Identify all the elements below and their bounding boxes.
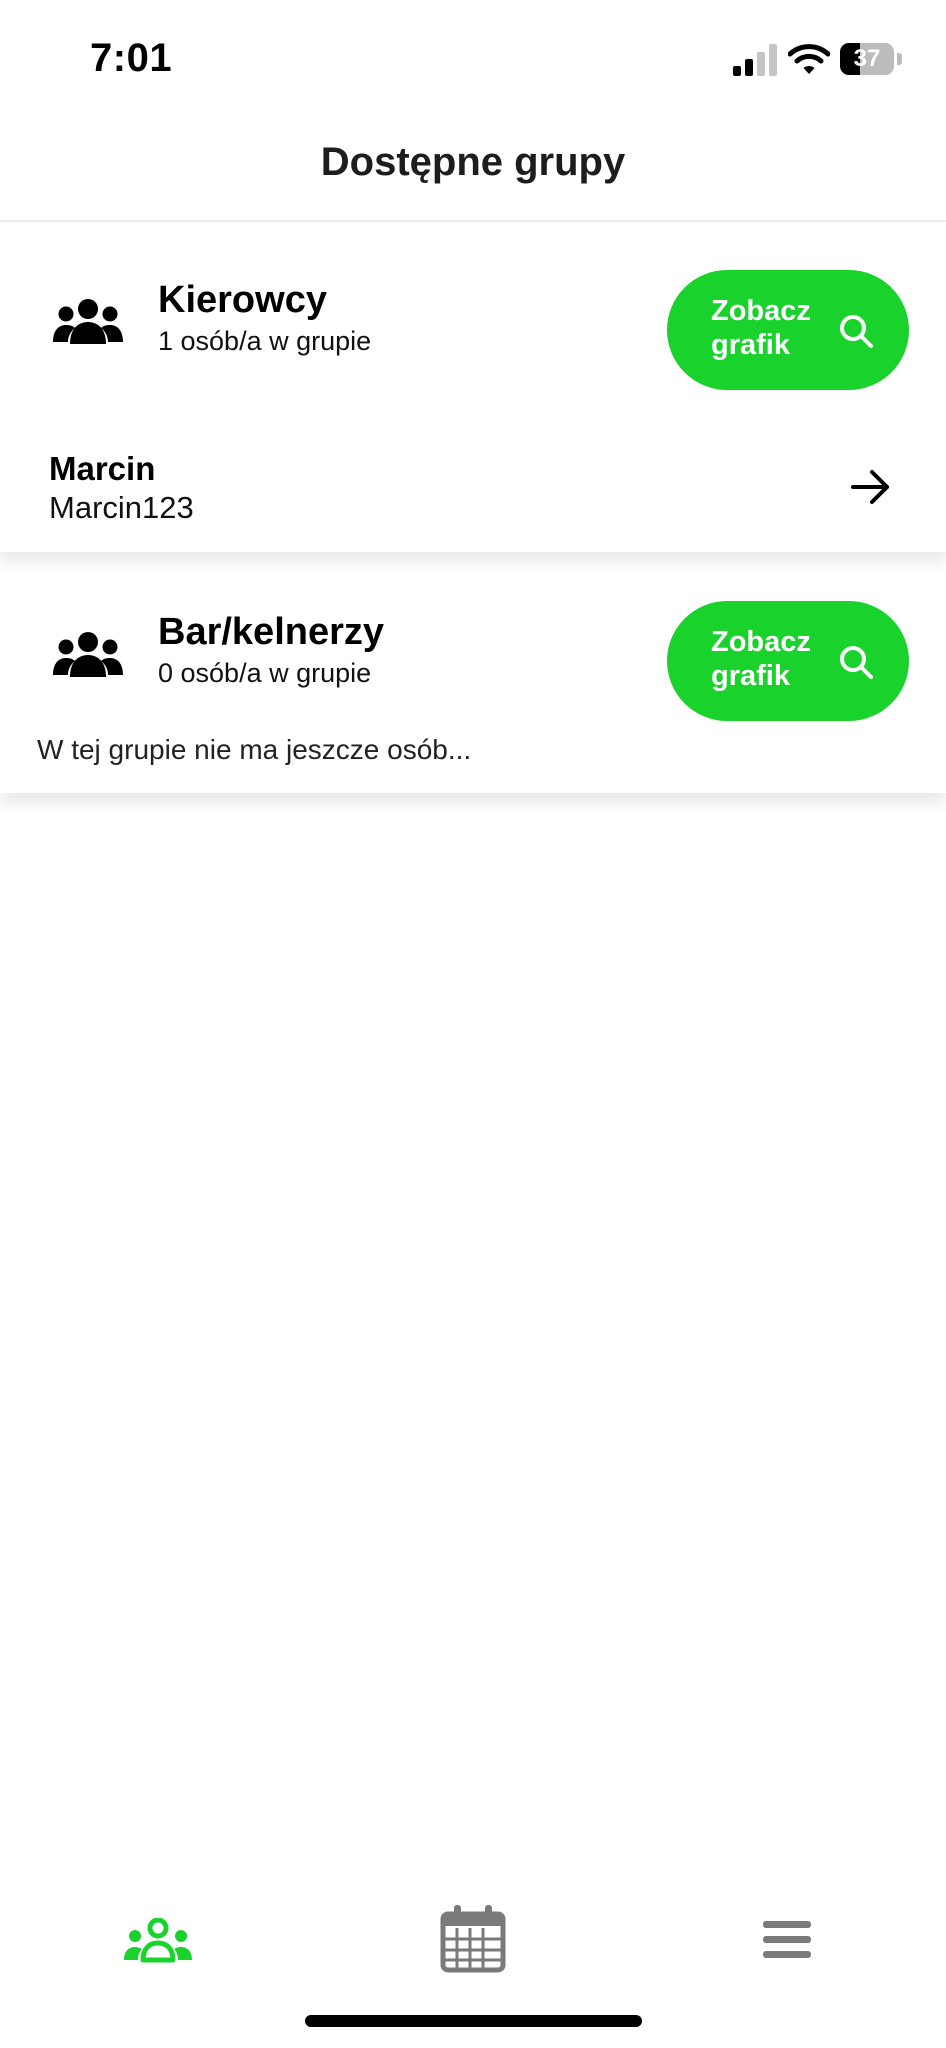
member-username: Marcin123 [49, 490, 194, 525]
group-card-kierowcy: Kierowcy 1 osób/a w grupie Zobacz grafik… [0, 224, 946, 552]
battery-level: 37 [853, 45, 881, 72]
empty-group-message: W tej grupie nie ma jeszcze osób... [37, 734, 472, 765]
battery-icon: 37 [840, 43, 902, 75]
arrow-right-icon [851, 470, 889, 504]
groups-icon [124, 1918, 192, 1963]
status-bar: 7:01 37 [0, 0, 946, 120]
status-time: 7:01 [90, 36, 173, 80]
search-icon [840, 646, 873, 679]
wifi-icon [788, 44, 830, 74]
member-row[interactable]: Marcin Marcin123 [0, 424, 946, 534]
header-divider [0, 220, 946, 222]
group-card-bar-kelnerzy: Bar/kelnerzy 0 osób/a w grupie Zobacz gr… [0, 577, 946, 793]
tab-groups[interactable] [77, 1880, 237, 2000]
menu-icon [763, 1921, 811, 1958]
group-name: Kierowcy [158, 279, 327, 321]
group-icon [53, 299, 123, 344]
group-icon [53, 632, 123, 677]
tab-menu[interactable] [707, 1880, 867, 2000]
page-title: Dostępne grupy [320, 140, 626, 184]
view-schedule-button[interactable]: Zobacz grafik [667, 270, 909, 390]
home-indicator [305, 2015, 642, 2027]
search-icon [840, 315, 873, 348]
group-name: Bar/kelnerzy [158, 611, 385, 653]
group-member-count: 0 osób/a w grupie [158, 658, 372, 688]
calendar-icon [440, 1905, 506, 1973]
view-schedule-button[interactable]: Zobacz grafik [667, 601, 909, 721]
view-schedule-label: Zobacz grafik [711, 295, 811, 361]
view-schedule-label: Zobacz grafik [711, 626, 811, 692]
member-name: Marcin [49, 450, 156, 487]
tab-calendar[interactable] [393, 1880, 553, 2000]
group-member-count: 1 osób/a w grupie [158, 326, 372, 356]
signal-icon [733, 44, 777, 76]
